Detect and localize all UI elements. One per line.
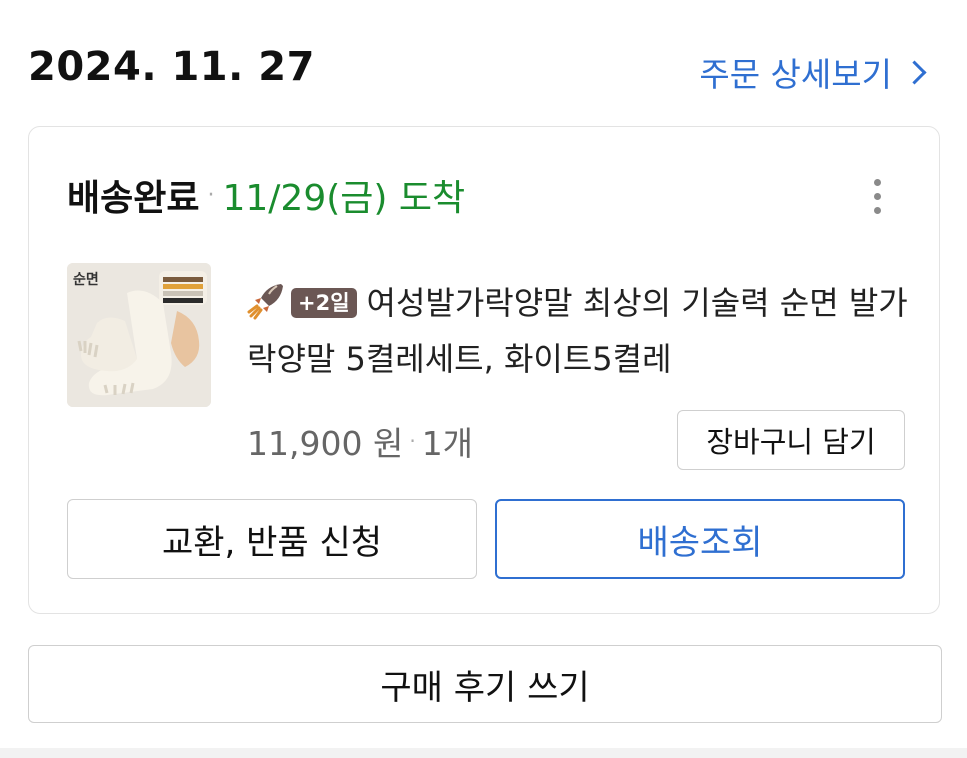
product-price: 11,900 원 <box>247 424 404 463</box>
track-delivery-button[interactable]: 배송조회 <box>495 499 905 579</box>
separator-dot: · <box>207 182 215 208</box>
thumbnail-label: 순면 <box>73 272 99 288</box>
section-divider <box>0 748 967 758</box>
order-detail-link[interactable]: 주문 상세보기 <box>699 48 929 96</box>
separator-dot: · <box>409 429 416 453</box>
rocket-icon <box>247 280 287 320</box>
delivery-status: 배송완료 <box>67 178 200 219</box>
price-row: 11,900 원 · 1개 <box>247 417 473 465</box>
more-vertical-icon[interactable] <box>871 179 883 214</box>
arrival-date: 11/29(금) 도착 <box>222 178 466 219</box>
order-date: 2024. 11. 27 <box>28 44 315 90</box>
chevron-right-icon <box>902 59 927 85</box>
write-review-button[interactable]: 구매 후기 쓰기 <box>28 645 942 723</box>
delivery-badge: +2일 <box>291 288 357 318</box>
product-quantity: 1개 <box>421 424 474 463</box>
order-card: 배송완료 · 11/29(금) 도착 순면 +2일 여성발가락양말 최상의 기술… <box>28 126 940 614</box>
add-to-cart-button[interactable]: 장바구니 담기 <box>677 410 905 470</box>
product-title-block[interactable]: +2일 여성발가락양말 최상의 기술력 순면 발가락양말 5켤레세트, 화이트5켤… <box>247 275 917 387</box>
order-detail-label: 주문 상세보기 <box>699 55 892 94</box>
product-thumbnail[interactable]: 순면 <box>67 263 211 407</box>
shipment-status-row: 배송완료 · 11/29(금) 도착 <box>67 169 465 221</box>
exchange-return-button[interactable]: 교환, 반품 신청 <box>67 499 477 579</box>
